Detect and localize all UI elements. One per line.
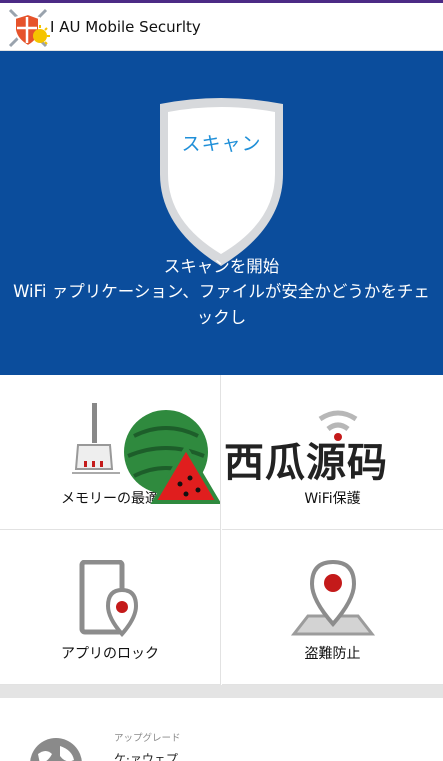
tile-app-lock-label: アプリのロック <box>61 646 159 662</box>
location-pin-icon <box>290 559 376 636</box>
tile-memory-label: メモリーの最適 <box>61 491 159 507</box>
scan-description: WiFi ァプリケーション、ファイルが安全かどうかをチェックし <box>13 282 430 327</box>
scan-hero: スキャン スキャンを開始 WiFi ァプリケーション、ファイルが安全かどうかをチ… <box>0 51 443 375</box>
app-logo-icon <box>8 8 50 48</box>
section-divider <box>0 685 443 698</box>
tile-anti-theft-label: 盗難防止 <box>304 646 361 662</box>
scan-shield-button[interactable] <box>156 96 287 272</box>
tile-anti-theft[interactable]: 盗難防止 <box>222 530 443 685</box>
scan-start-text: スキャンを開始 <box>163 257 280 276</box>
scan-button-label[interactable]: スキャン <box>156 129 287 156</box>
upgrade-title: ケ·ァウェプ <box>114 752 178 761</box>
app-title: I AU Mobile Securlty <box>50 18 201 36</box>
feature-grid: メモリーの最適 WiFi保護 アプリのロック 盗難防止 <box>0 375 443 685</box>
tile-wifi-label: WiFi保護 <box>304 491 361 507</box>
globe-icon <box>30 738 82 761</box>
app-bar: I AU Mobile Securlty <box>0 3 443 51</box>
wifi-icon <box>318 410 358 441</box>
upgrade-card[interactable]: アップグレード ケ·ァウェプ <box>0 698 443 761</box>
upgrade-caption: アップグレード <box>114 733 181 744</box>
broom-icon <box>72 403 120 474</box>
phone-lock-icon <box>79 560 139 638</box>
tile-wifi-protect[interactable]: WiFi保護 <box>222 375 443 530</box>
tile-app-lock[interactable]: アプリのロック <box>0 530 221 685</box>
tile-memory-optimize[interactable]: メモリーの最適 <box>0 375 221 530</box>
